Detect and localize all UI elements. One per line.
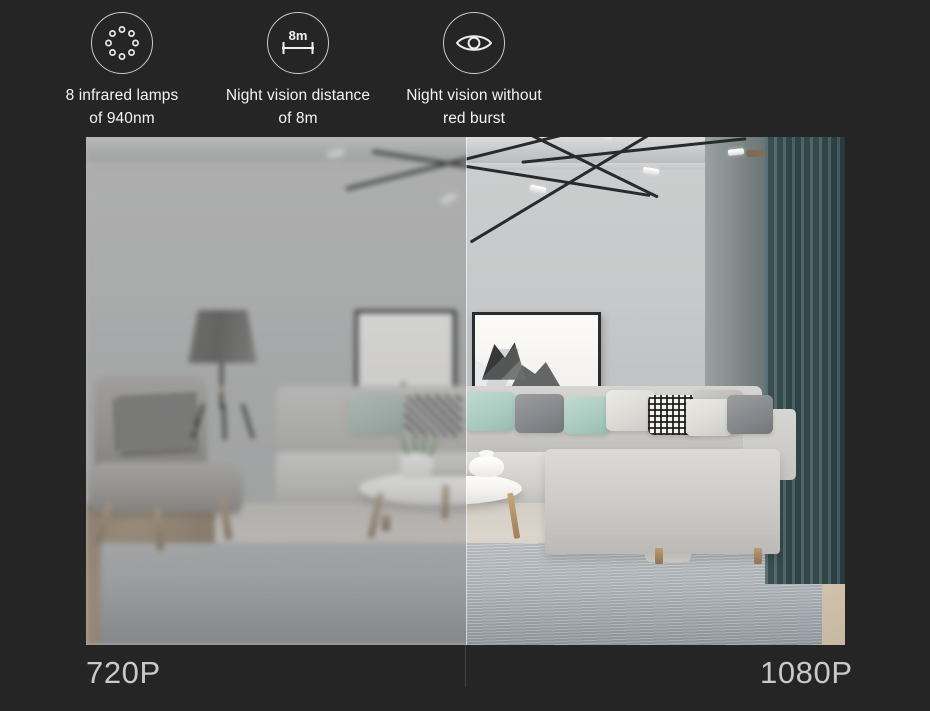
feature-label-line1: 8 infrared lamps (65, 87, 179, 104)
floor-lamp-shade (188, 309, 257, 364)
area-rug (101, 543, 466, 645)
ruler-icon-text: 8m (289, 28, 308, 43)
page-root: 8 infrared lamps of 940nm 8m Night visio… (0, 0, 930, 711)
caption-720p: 720P (86, 655, 161, 690)
infrared-lamp-ring-icon (91, 12, 153, 74)
resolution-comparison-image (86, 137, 845, 645)
distance-ruler-icon: 8m (267, 12, 329, 74)
feature-infrared-lamps: 8 infrared lamps of 940nm (27, 12, 217, 130)
teapot (469, 456, 505, 478)
comparison-half-1080p (465, 137, 845, 645)
caption-1080p: 1080P (760, 655, 853, 690)
living-room-scene (86, 137, 466, 645)
comparison-split-line-extension (465, 645, 466, 687)
accent-chair-pillow (114, 391, 202, 455)
chandelier (314, 137, 466, 239)
feature-label-line2: of 8m (278, 110, 318, 127)
chaise-lounge (545, 449, 781, 554)
floor-lamp-pole (219, 363, 223, 409)
living-room-scene (465, 137, 845, 645)
feature-label-line1: Night vision without (406, 87, 542, 104)
feature-strip: 8 infrared lamps of 940nm 8m Night visio… (0, 0, 930, 137)
feature-label: Night vision distance of 8m (203, 84, 393, 130)
feature-label: 8 infrared lamps of 940nm (27, 84, 217, 130)
feature-label: Night vision without red burst (377, 84, 571, 130)
eye-icon (443, 12, 505, 74)
feature-label-line1: Night vision distance (225, 87, 371, 104)
chandelier (465, 137, 785, 244)
coffee-table-tray (431, 468, 466, 476)
comparison-half-720p (86, 137, 466, 645)
feature-night-vision-distance: 8m Night vision distance of 8m (203, 12, 393, 130)
feature-label-line2: red burst (442, 110, 506, 127)
floor-lamp-legs (191, 403, 255, 440)
comparison-split-line (465, 137, 467, 645)
accent-chair-seat (89, 462, 242, 513)
feature-no-red-burst: Night vision without red burst (377, 12, 571, 130)
feature-label-line2: of 940nm (89, 110, 155, 127)
